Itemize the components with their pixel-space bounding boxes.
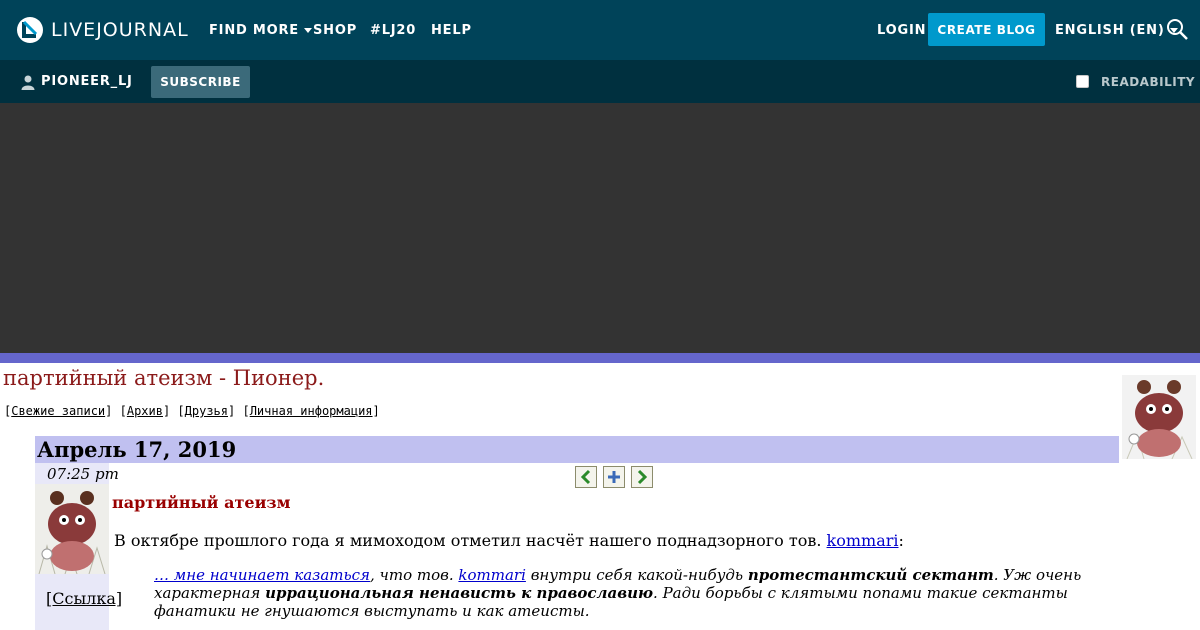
ad-banner-area — [0, 103, 1200, 353]
nav-help-label: HELP — [431, 22, 472, 38]
entry-body-text: В октябре прошлого года я мимоходом отме… — [114, 531, 822, 550]
previous-entry-button[interactable] — [575, 466, 597, 488]
next-entry-button[interactable] — [631, 466, 653, 488]
nav-shop-label: SHOP — [313, 22, 358, 38]
arrow-left-icon — [580, 469, 591, 485]
search-icon[interactable] — [1165, 17, 1189, 41]
livejournal-logo-icon — [17, 17, 43, 43]
quote-source-link[interactable]: … мне начинает казаться — [154, 566, 370, 584]
nav-find-more[interactable]: FIND MORE — [209, 0, 312, 60]
entry-time: 07:25 pm — [47, 465, 119, 483]
arrow-right-icon — [637, 469, 648, 485]
user-icon — [21, 75, 35, 90]
journal-nav-profile[interactable]: Личная информация — [250, 404, 373, 418]
entry-quote: … мне начинает казаться, что тов. kommar… — [154, 566, 1124, 620]
journal-nav: [Свежие записи] [Архив] [Друзья] [Личная… — [4, 404, 380, 418]
nav-help[interactable]: HELP — [431, 0, 472, 60]
language-selector[interactable]: ENGLISH (EN) — [1055, 0, 1178, 60]
entry-nav-arrows — [575, 466, 659, 488]
nav-find-more-label: FIND MORE — [209, 22, 299, 38]
quote-text-1: , что тов. — [369, 566, 454, 584]
quote-bold-2: иррациональная ненависть к православию — [265, 584, 654, 602]
add-to-memories-button[interactable] — [603, 466, 625, 488]
journal-title: партийный атеизм - Пионер. — [3, 366, 325, 390]
entry-permalink[interactable]: [Ссылка] — [46, 589, 122, 608]
subscribe-button[interactable]: SUBSCRIBE — [151, 66, 250, 98]
logo-text: LIVEJOURNAL — [51, 19, 189, 41]
nav-lj20[interactable]: #LJ20 — [370, 0, 416, 60]
nav-shop[interactable]: SHOP — [313, 0, 357, 60]
login-link[interactable]: LOGIN — [877, 0, 926, 60]
quote-bold-1: протестантский сектант — [747, 566, 994, 584]
readability-checkbox[interactable] — [1076, 75, 1089, 88]
entry-userpic[interactable] — [35, 484, 109, 574]
journal-accent-bar — [0, 353, 1200, 363]
nav-lj20-label: #LJ20 — [370, 22, 417, 38]
readability-label: READABILITY — [1101, 74, 1196, 89]
plus-icon — [608, 471, 620, 483]
livejournal-logo[interactable]: LIVEJOURNAL — [16, 16, 189, 44]
entry-date: Апрель 17, 2019 — [37, 437, 237, 462]
language-label: ENGLISH (EN) — [1055, 22, 1165, 38]
chevron-down-icon — [304, 27, 312, 33]
create-blog-button[interactable]: CREATE BLOG — [928, 13, 1045, 46]
journal-owner-name: PIONEER_LJ — [41, 74, 133, 89]
entry-body-colon: : — [898, 531, 904, 550]
journal-userpic[interactable] — [1122, 375, 1196, 459]
user-link-kommari[interactable]: kommari — [827, 531, 899, 550]
quote-user-link-kommari[interactable]: kommari — [458, 566, 525, 584]
quote-text-2: внутри себя какой-нибудь — [530, 566, 744, 584]
journal-nav-recent[interactable]: Свежие записи — [11, 404, 105, 418]
entry-subject: партийный атеизм — [112, 493, 291, 512]
login-label: LOGIN — [877, 22, 927, 38]
entry-body: В октябре прошлого года я мимоходом отме… — [114, 531, 904, 550]
journal-owner[interactable]: PIONEER_LJ — [20, 60, 133, 103]
readability-toggle[interactable]: READABILITY — [1076, 60, 1195, 103]
journal-nav-archive[interactable]: Архив — [127, 404, 163, 418]
journal-nav-friends[interactable]: Друзья — [185, 404, 228, 418]
